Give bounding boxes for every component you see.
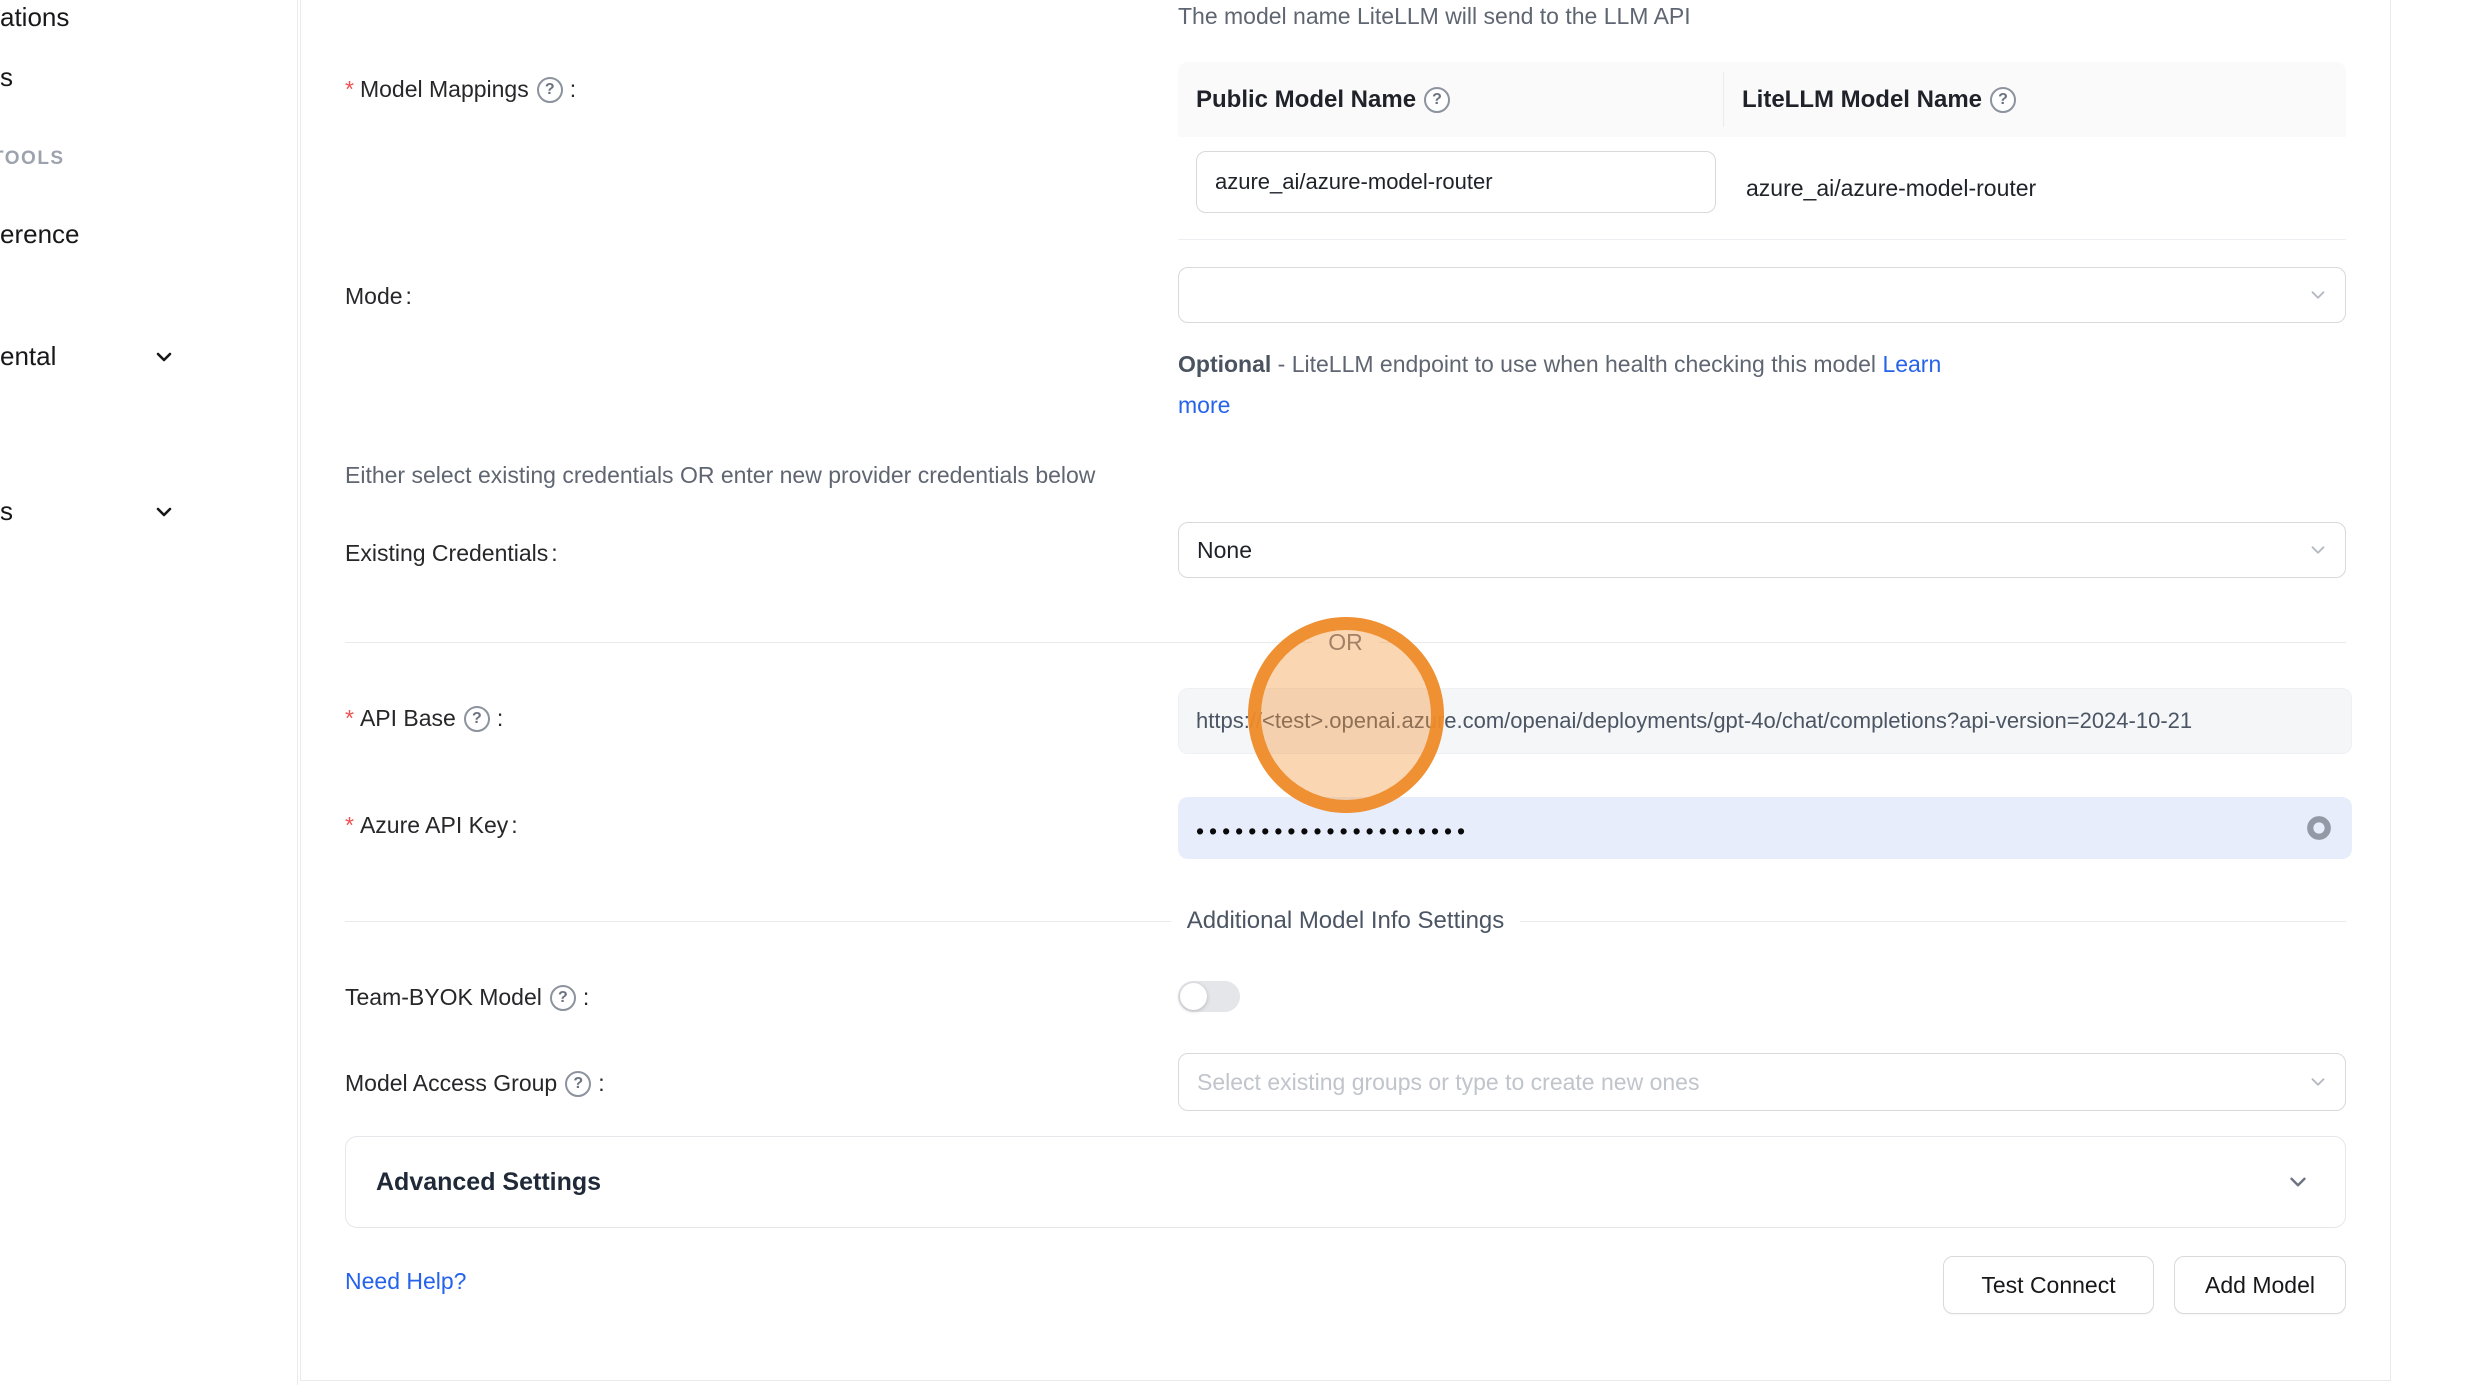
help-icon[interactable]: ? xyxy=(565,1071,591,1097)
sidebar-item-label: s xyxy=(0,62,13,92)
colon: : xyxy=(551,540,557,567)
or-divider: OR xyxy=(345,628,2346,656)
mode-label: Mode : xyxy=(345,283,412,310)
divider-line xyxy=(345,921,1171,922)
sidebar-item-label: ations xyxy=(0,2,69,32)
api-base-label: * API Base ? : xyxy=(345,705,503,732)
sidebar: ations s TOOLS erence ental s xyxy=(0,0,298,1385)
divider-line xyxy=(1520,921,2346,922)
help-icon[interactable]: ? xyxy=(1424,87,1450,113)
learn-more-link[interactable]: more xyxy=(1178,392,1230,418)
need-help-link[interactable]: Need Help? xyxy=(345,1268,466,1295)
divider-line xyxy=(345,642,1312,643)
mode-select[interactable] xyxy=(1178,267,2346,323)
team-byok-label: Team-BYOK Model ? : xyxy=(345,984,589,1011)
label-text: API Base xyxy=(360,705,456,732)
azure-api-key-input[interactable]: ••••••••••••••••••••• xyxy=(1178,797,2352,859)
table-header-row: Public Model Name ? LiteLLM Model Name ? xyxy=(1178,62,2346,137)
sidebar-item-reference[interactable]: erence xyxy=(0,219,80,250)
colon: : xyxy=(511,812,517,839)
divider-line xyxy=(1379,642,2346,643)
label-text: Existing Credentials xyxy=(345,540,548,567)
advanced-settings-toggle[interactable]: Advanced Settings xyxy=(345,1136,2346,1228)
sidebar-item-label: s xyxy=(0,496,13,526)
select-placeholder: Select existing groups or type to create… xyxy=(1197,1069,1699,1096)
chevron-down-icon xyxy=(152,345,176,369)
sidebar-section-label: TOOLS xyxy=(0,148,65,169)
column-header-litellm-model-name: LiteLLM Model Name ? xyxy=(1724,72,2346,127)
model-mappings-label: * Model Mappings ? : xyxy=(345,76,576,103)
test-connect-button[interactable]: Test Connect xyxy=(1943,1256,2154,1314)
credentials-note: Either select existing credentials OR en… xyxy=(345,462,1095,489)
colon: : xyxy=(598,1070,604,1097)
label-text: Model Mappings xyxy=(360,76,529,103)
help-icon[interactable]: ? xyxy=(1990,87,2016,113)
select-value: None xyxy=(1197,537,1252,564)
help-text: - LiteLLM endpoint to use when health ch… xyxy=(1278,351,1876,377)
existing-credentials-label: Existing Credentials : xyxy=(345,540,558,567)
help-icon[interactable]: ? xyxy=(537,77,563,103)
colon: : xyxy=(406,283,412,310)
team-byok-toggle[interactable] xyxy=(1178,981,1240,1012)
help-icon[interactable]: ? xyxy=(550,985,576,1011)
sidebar-item-experimental[interactable]: ental xyxy=(0,341,56,372)
model-mappings-table: Public Model Name ? LiteLLM Model Name ?… xyxy=(1178,62,2346,240)
chevron-down-icon xyxy=(2285,1169,2311,1195)
model-access-group-select[interactable]: Select existing groups or type to create… xyxy=(1178,1053,2346,1111)
table-row: azure_ai/azure-model-router xyxy=(1178,137,2346,240)
azure-api-key-label: * Azure API Key : xyxy=(345,812,518,839)
label-text: Team-BYOK Model xyxy=(345,984,542,1011)
additional-settings-divider: Additional Model Info Settings xyxy=(345,906,2346,936)
colon: : xyxy=(497,705,503,732)
chevron-down-icon xyxy=(152,500,176,524)
label-text: Model Access Group xyxy=(345,1070,557,1097)
litellm-model-name-value: azure_ai/azure-model-router xyxy=(1746,137,2036,240)
eye-icon[interactable] xyxy=(2304,813,2334,843)
required-asterisk: * xyxy=(345,76,354,103)
sidebar-item[interactable]: s xyxy=(0,62,13,93)
colon: : xyxy=(570,76,576,103)
public-model-name-input[interactable] xyxy=(1196,151,1716,213)
column-header-public-model-name: Public Model Name ? xyxy=(1178,72,1724,127)
sidebar-item-label: ental xyxy=(0,341,56,371)
model-name-help-text: The model name LiteLLM will send to the … xyxy=(1178,3,1691,30)
learn-more-link[interactable]: Learn xyxy=(1882,351,1941,377)
colon: : xyxy=(583,984,589,1011)
add-model-form-panel: The model name LiteLLM will send to the … xyxy=(300,0,2391,1381)
existing-credentials-select[interactable]: None xyxy=(1178,522,2346,578)
toggle-knob xyxy=(1180,983,1207,1010)
required-asterisk: * xyxy=(345,812,354,839)
or-divider-text: OR xyxy=(1312,629,1379,656)
mode-help-text: Optional - LiteLLM endpoint to use when … xyxy=(1178,344,1941,426)
masked-api-key-value: ••••••••••••••••••••• xyxy=(1196,820,1470,843)
header-text: LiteLLM Model Name xyxy=(1742,86,1982,114)
advanced-settings-title: Advanced Settings xyxy=(376,1168,2285,1197)
optional-bold: Optional xyxy=(1178,351,1271,377)
sidebar-item-label: erence xyxy=(0,219,80,249)
api-base-input[interactable] xyxy=(1178,688,2352,754)
sidebar-section-tools: TOOLS xyxy=(0,148,65,170)
required-asterisk: * xyxy=(345,705,354,732)
model-access-group-label: Model Access Group ? : xyxy=(345,1070,605,1097)
label-text: Azure API Key xyxy=(360,812,508,839)
chevron-down-icon xyxy=(2307,1071,2329,1093)
chevron-down-icon xyxy=(2307,539,2329,561)
sidebar-item-settings[interactable]: s xyxy=(0,496,13,527)
label-text: Mode xyxy=(345,283,403,310)
help-icon[interactable]: ? xyxy=(464,706,490,732)
section-divider-text: Additional Model Info Settings xyxy=(1171,907,1521,935)
sidebar-item-organizations[interactable]: ations xyxy=(0,2,69,33)
add-model-button[interactable]: Add Model xyxy=(2174,1256,2346,1314)
chevron-down-icon xyxy=(2307,284,2329,306)
header-text: Public Model Name xyxy=(1196,86,1416,114)
